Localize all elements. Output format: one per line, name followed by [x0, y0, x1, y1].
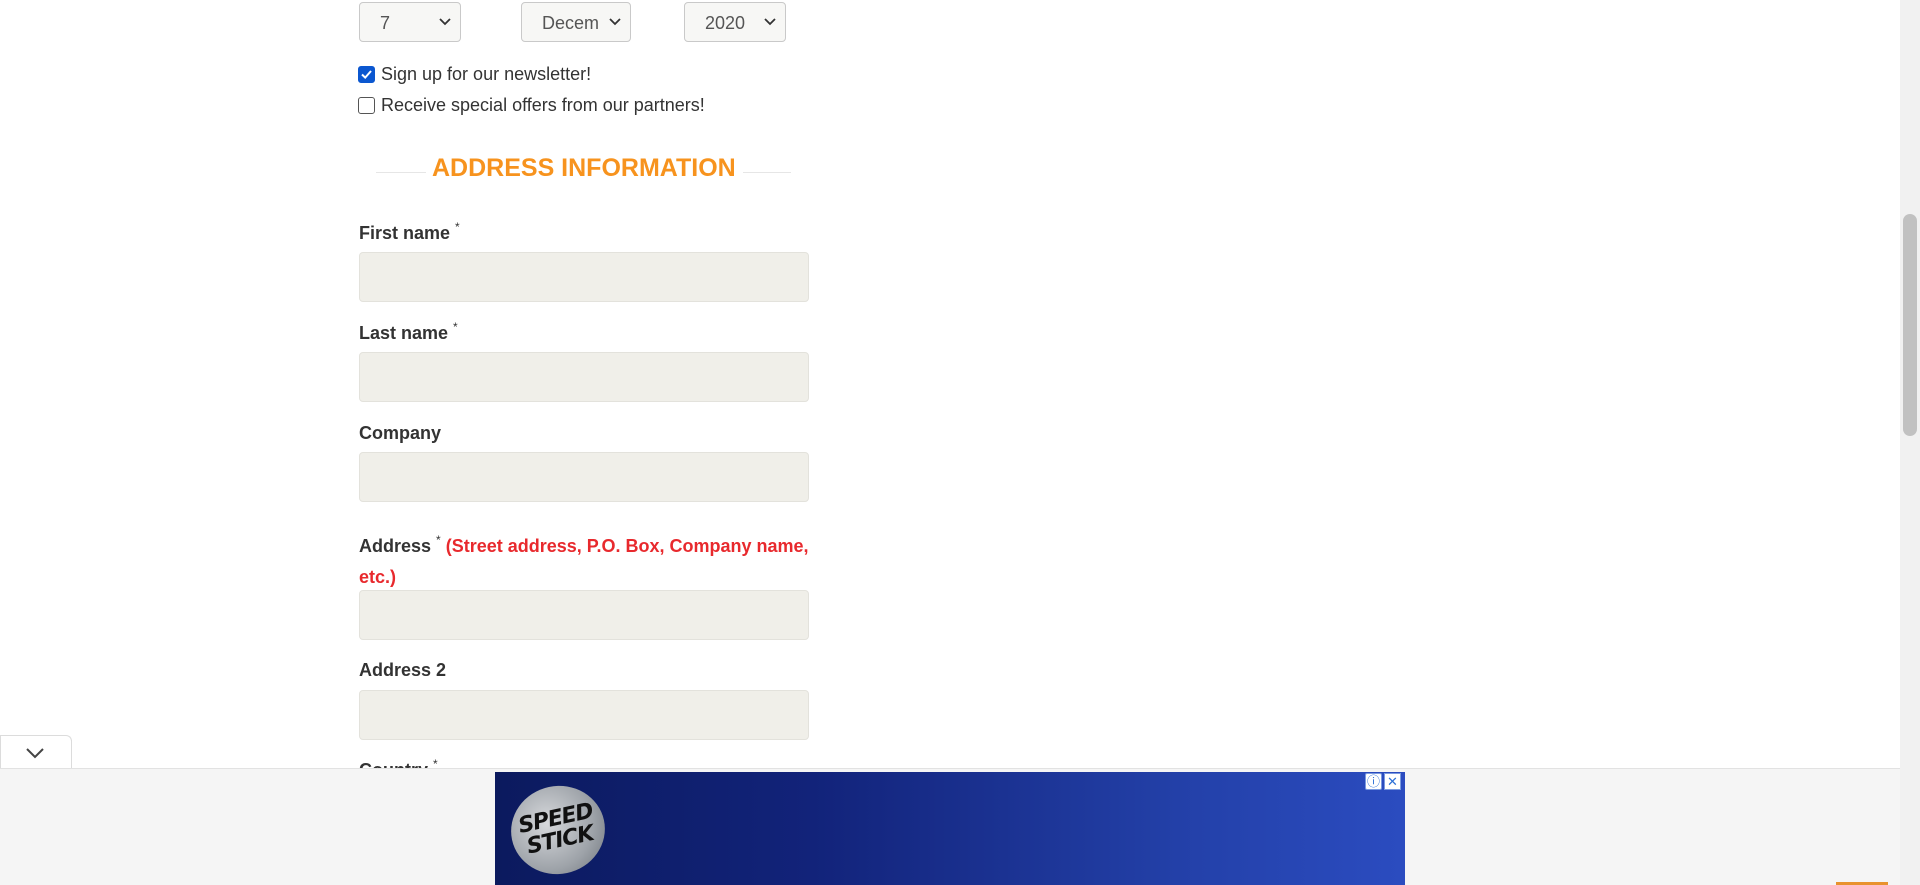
birth-year-value: 2020 — [705, 13, 746, 33]
ad-close-icon[interactable]: ✕ — [1384, 773, 1401, 790]
address-section-heading: ADDRESS INFORMATION — [376, 152, 791, 188]
vertical-scrollbar[interactable] — [1900, 0, 1920, 885]
first-name-label: First name * — [359, 220, 460, 244]
newsletter-checkbox[interactable] — [358, 65, 375, 83]
birth-year-select[interactable]: 2020 — [684, 2, 786, 42]
ad-info-icon[interactable]: ⓘ — [1365, 773, 1382, 790]
required-mark: * — [436, 533, 441, 547]
birth-month-value: Decem — [542, 13, 598, 33]
chevron-down-icon — [609, 18, 621, 26]
address2-label: Address 2 — [359, 660, 447, 680]
birth-month-select[interactable]: Decem — [521, 2, 631, 42]
last-name-input[interactable] — [359, 352, 809, 402]
address-section-title: ADDRESS INFORMATION — [432, 154, 736, 182]
speed-stick-logo: SPEED STICK — [502, 777, 614, 883]
registration-page: 7 Decem 2020 Sign up for our newsletter!… — [0, 0, 1900, 885]
company-input[interactable] — [359, 452, 809, 502]
required-mark: * — [453, 320, 458, 334]
required-mark: * — [455, 220, 460, 234]
address2-input[interactable] — [359, 690, 809, 740]
address-input[interactable] — [359, 590, 809, 640]
chevron-down-icon — [764, 18, 776, 26]
first-name-label-text: First name — [359, 223, 451, 243]
heading-divider-left — [376, 172, 426, 173]
partner-offers-checkbox[interactable] — [358, 96, 375, 114]
checkmark-icon — [361, 69, 372, 79]
newsletter-label: Sign up for our newsletter! — [381, 63, 592, 84]
birth-day-value: 7 — [380, 13, 391, 33]
first-name-input[interactable] — [359, 252, 809, 302]
address-label: Address * (Street address, P.O. Box, Comp… — [359, 525, 809, 593]
birth-day-select[interactable]: 7 — [359, 2, 461, 42]
partner-offers-option[interactable]: Receive special offers from our partners… — [358, 93, 705, 117]
last-name-label-text: Last name — [359, 323, 449, 343]
address-label-text: Address — [359, 536, 432, 556]
company-label: Company — [359, 423, 442, 443]
collapse-chevron-icon — [26, 748, 44, 759]
chevron-down-icon — [439, 18, 451, 26]
partner-offers-label: Receive special offers from our partners… — [381, 94, 705, 115]
newsletter-option[interactable]: Sign up for our newsletter! — [358, 62, 591, 86]
scrollbar-thumb[interactable] — [1903, 214, 1917, 436]
heading-divider-right — [743, 172, 791, 173]
ad-collapse-button[interactable] — [0, 735, 72, 769]
last-name-label: Last name * — [359, 320, 458, 344]
ad-banner[interactable]: SPEED STICK — [495, 772, 1405, 885]
